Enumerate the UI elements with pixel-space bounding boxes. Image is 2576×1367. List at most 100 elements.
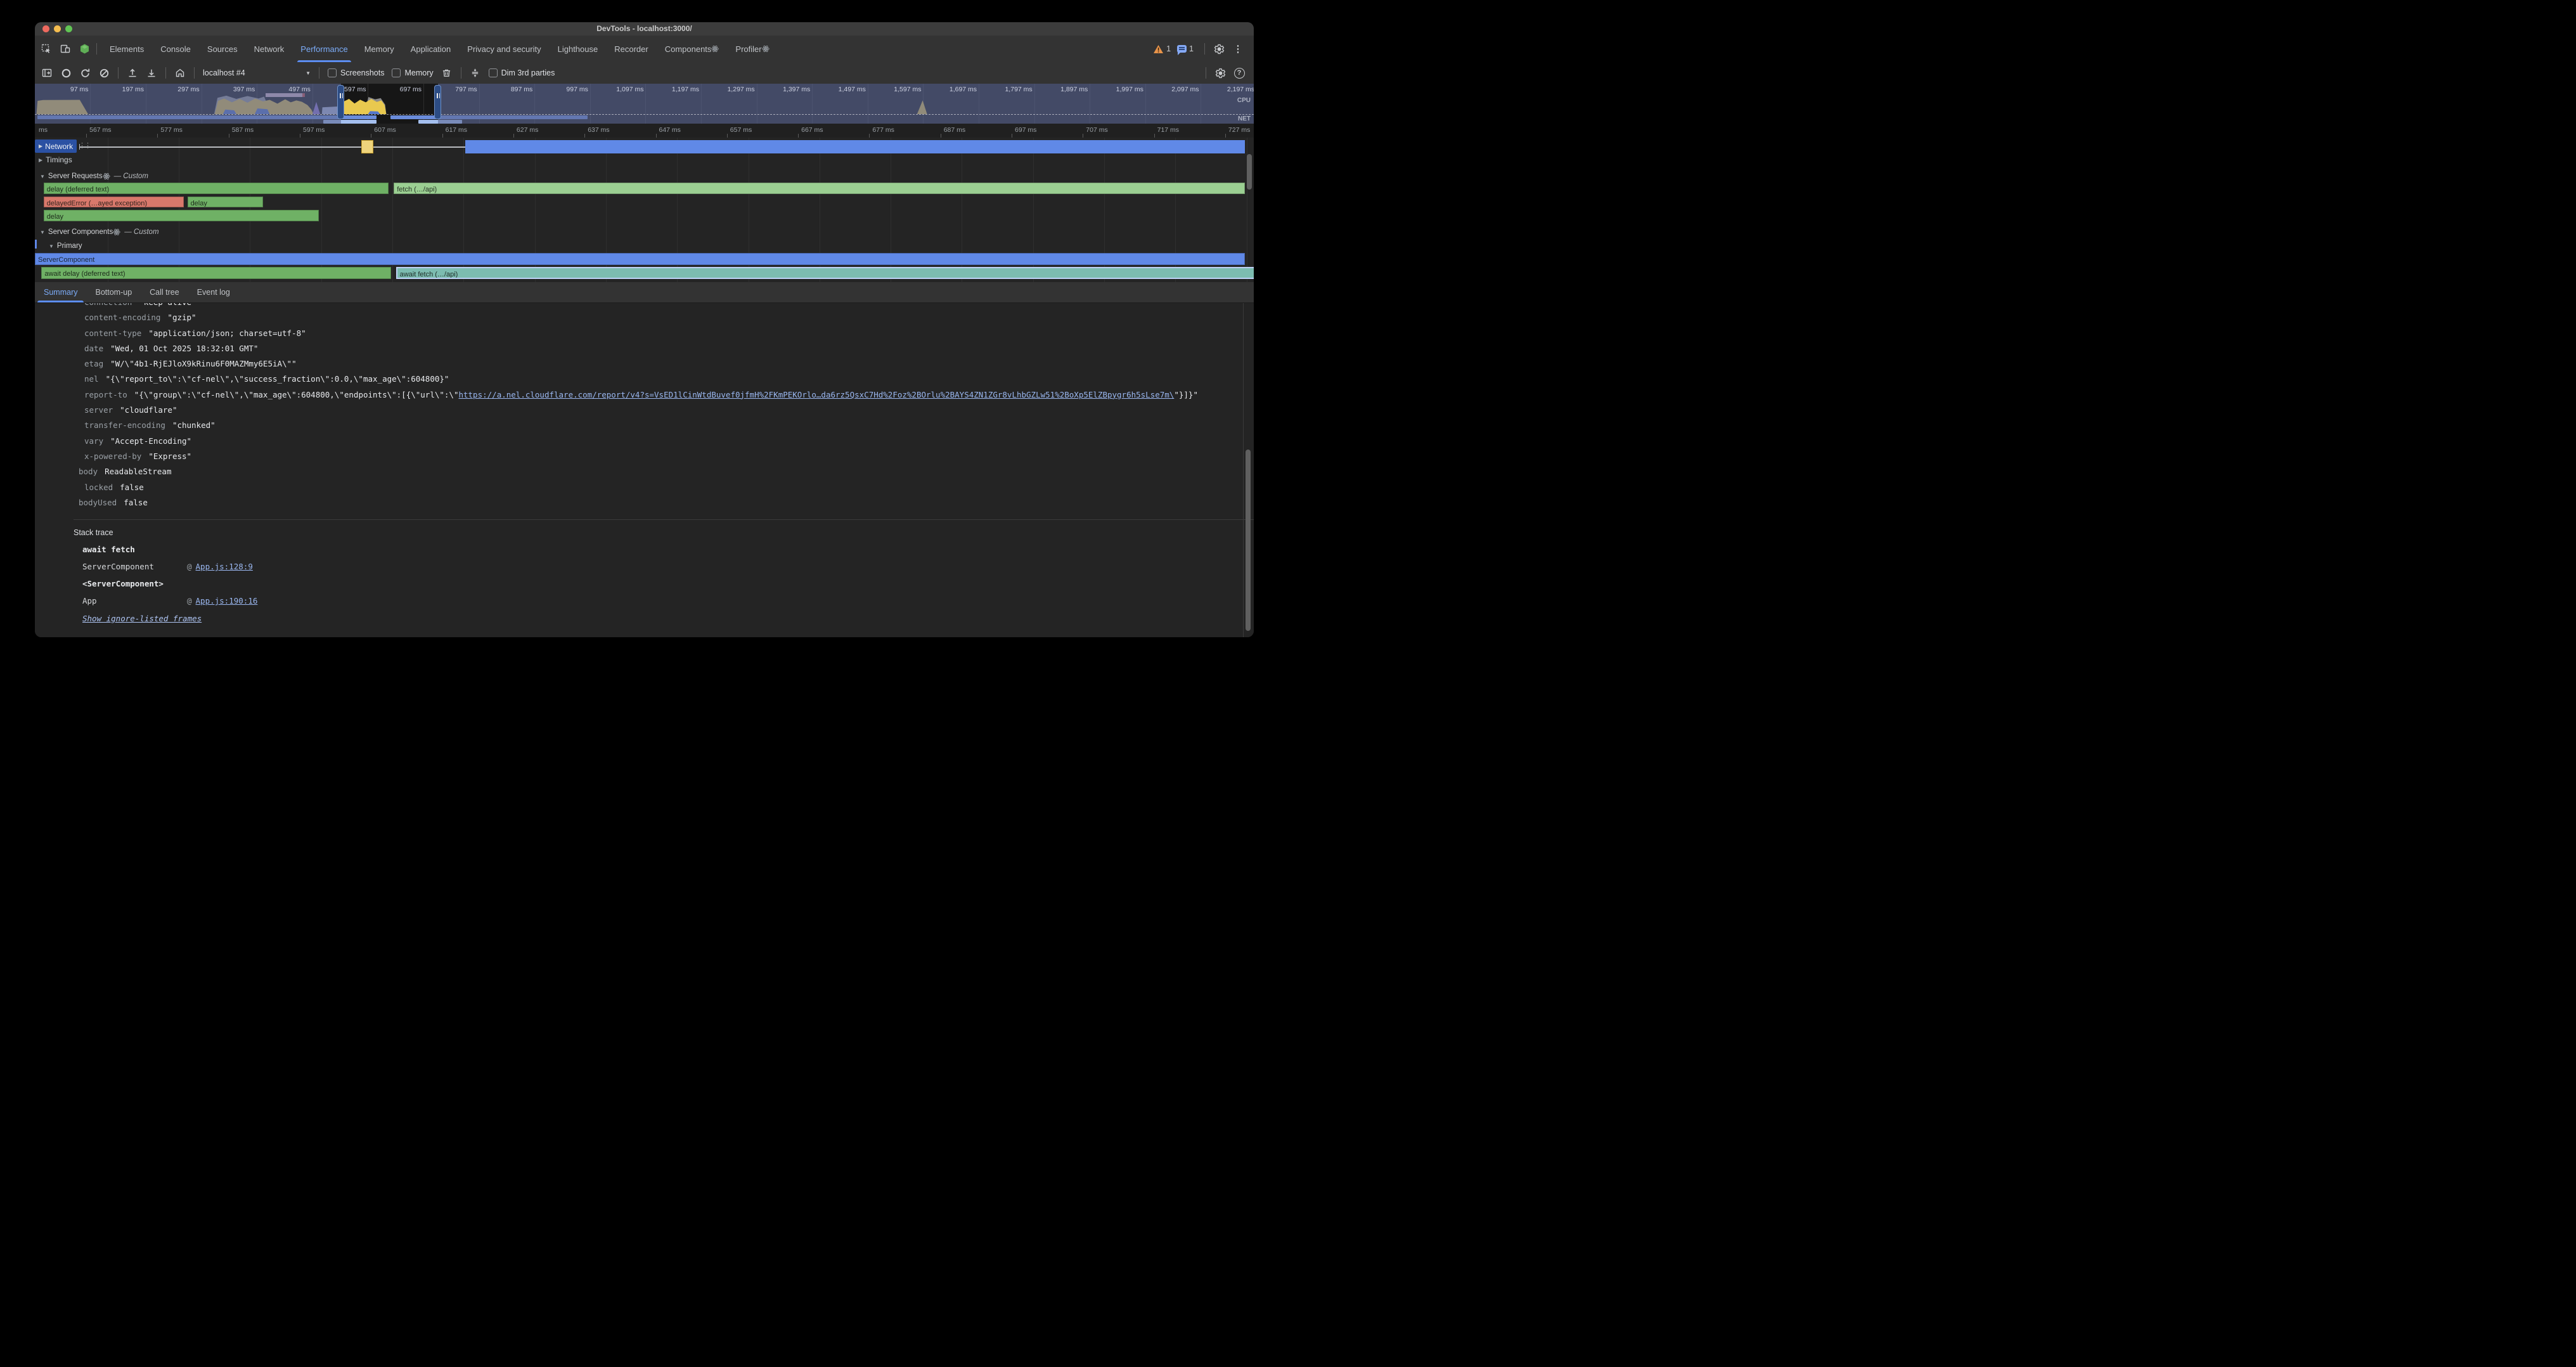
kebab-menu-button[interactable]: ⋮ — [1230, 41, 1246, 57]
clear-recording-button[interactable] — [96, 65, 112, 81]
timeline-overview[interactable]: 97 ms197 ms297 ms397 ms497 ms597 ms697 m… — [35, 84, 1254, 124]
save-profile-button[interactable] — [143, 65, 160, 81]
network-request-marker[interactable] — [361, 140, 373, 153]
flame-event-bar[interactable]: delay — [188, 197, 263, 208]
details-scrollbar-thumb[interactable] — [1246, 450, 1251, 631]
tab-application[interactable]: Application — [402, 36, 460, 62]
device-toolbar-icon[interactable] — [58, 41, 73, 56]
checkbox-box — [392, 68, 401, 77]
ruler-tick-label: 617 ms — [446, 126, 467, 134]
network-request-bar[interactable] — [465, 140, 1246, 153]
property-row-etag: etag"W/\"4b1-RjEJloX9kRinu6F0MAZMmy6E5iA… — [79, 356, 1254, 372]
tab-bottom-up[interactable]: Bottom-up — [86, 282, 141, 302]
tab-performance[interactable]: Performance — [292, 36, 356, 62]
property-value: "Accept-Encoding" — [110, 436, 191, 446]
network-request-whisker — [79, 146, 465, 148]
dim-3rd-parties-checkbox[interactable]: Dim 3rd parties — [489, 68, 555, 77]
chevron-down-icon: ▼ — [306, 70, 311, 76]
primary-group-accent — [35, 240, 37, 249]
flame-event-label: delay (deferred text) — [44, 186, 109, 193]
details-scrollbar-track — [1243, 303, 1244, 637]
flame-event-bar[interactable]: delay (deferred text) — [44, 183, 389, 194]
tab-label: Summary — [44, 288, 77, 297]
source-location-link[interactable]: App.js:190:16 — [196, 596, 258, 606]
tab-summary[interactable]: Summary — [35, 282, 86, 302]
load-profile-button[interactable] — [124, 65, 141, 81]
tab-network[interactable]: Network — [246, 36, 293, 62]
tab-lighthouse[interactable]: Lighthouse — [550, 36, 607, 62]
network-track-grip[interactable]: ⋮⋮ — [79, 141, 90, 150]
flame-chart[interactable]: ▶Network⋮⋮ ▶Timings ▼Server Requests— Cust… — [35, 138, 1254, 282]
screenshots-checkbox[interactable]: Screenshots — [328, 68, 384, 77]
tab-call-tree[interactable]: Call tree — [141, 282, 188, 302]
tab-memory[interactable]: Memory — [356, 36, 402, 62]
show-ignore-listed-frames-link[interactable]: Show ignore-listed frames — [82, 614, 202, 623]
separator — [165, 67, 166, 79]
subgroup-header-primary[interactable]: ▼Primary — [44, 242, 82, 250]
tab-privacy-and-security[interactable]: Privacy and security — [459, 36, 549, 62]
overview-tick-label: 197 ms — [93, 86, 144, 93]
source-location-link[interactable]: App.js:128:9 — [196, 562, 253, 571]
left-window-handle[interactable] — [337, 85, 344, 119]
property-key: vary — [84, 436, 103, 446]
property-row-transfer-encoding: transfer-encoding"chunked" — [79, 418, 1254, 433]
reload-and-record-button[interactable] — [77, 65, 93, 81]
overview-tick-label: 297 ms — [149, 86, 200, 93]
section-header-server-requests[interactable]: ▼Server Requests— Custom — [35, 172, 148, 180]
collect-garbage-button[interactable] — [439, 65, 455, 81]
issues-message-badge[interactable]: 1 — [1177, 44, 1194, 53]
flame-event-bar[interactable]: ServerComponent — [35, 253, 1245, 265]
flame-event-bar[interactable]: delayedError (…ayed exception) — [44, 197, 184, 208]
toggle-sidebar-button[interactable] — [39, 65, 55, 81]
right-window-handle[interactable] — [434, 85, 441, 119]
property-value: "{\"group\":\"cf-nel\",\"max_age\":60480… — [134, 390, 1198, 399]
help-button[interactable]: ? — [1231, 65, 1247, 81]
property-value: "keep-alive" — [139, 303, 196, 307]
settings-gear-button[interactable] — [1211, 41, 1227, 57]
tab-recorder[interactable]: Recorder — [606, 36, 656, 62]
property-row-content-encoding: content-encoding"gzip" — [79, 310, 1254, 325]
overview-tick-label: 1,197 ms — [648, 86, 699, 93]
flame-scrollbar-thumb[interactable] — [1247, 154, 1252, 190]
overview-tick-label: 2,197 ms — [1204, 86, 1254, 93]
react-devtools-icon[interactable] — [77, 41, 92, 56]
frame-at: @ — [187, 562, 192, 571]
flame-event-bar[interactable]: fetch (…/api) — [394, 183, 1245, 194]
tab-label: Recorder — [614, 44, 648, 54]
flame-event-bar[interactable]: await delay (deferred text) — [41, 267, 390, 279]
home-button[interactable] — [172, 65, 188, 81]
tab-label: Memory — [364, 44, 394, 54]
tab-label: Privacy and security — [467, 44, 541, 54]
ruler-edge-label: ms — [39, 126, 48, 134]
flame-event-bar[interactable]: delay — [44, 210, 319, 221]
tab-sources[interactable]: Sources — [199, 36, 246, 62]
checkbox-box — [489, 68, 498, 77]
subgroup-title: Primary — [57, 242, 82, 250]
section-suffix: — Custom — [124, 228, 158, 236]
record-button[interactable] — [58, 65, 74, 81]
report-url-link[interactable]: https://a.nel.cloudflare.com/report/v4?s… — [458, 390, 1174, 399]
property-value: "W/\"4b1-RjEJloX9kRinu6F0MAZMmy6E5iA\"" — [110, 359, 297, 368]
tab-event-log[interactable]: Event log — [188, 282, 239, 302]
history-select[interactable]: localhost #4 ▼ — [199, 68, 314, 77]
section-header-server-components[interactable]: ▼Server Components— Custom — [35, 228, 159, 236]
tab-console[interactable]: Console — [152, 36, 199, 62]
memory-label: Memory — [404, 68, 433, 77]
flame-event-label: ServerComponent — [35, 256, 94, 264]
inspect-element-icon[interactable] — [39, 41, 54, 56]
ruler-tick-label: 697 ms — [1015, 126, 1036, 134]
collapse-triangle-icon: ▼ — [40, 230, 45, 235]
tab-label: Lighthouse — [558, 44, 598, 54]
memory-checkbox[interactable]: Memory — [392, 68, 433, 77]
track-label-network[interactable]: ▶Network — [35, 139, 77, 153]
tab-label: Network — [254, 44, 285, 54]
tab-elements[interactable]: Elements — [101, 36, 152, 62]
compress-view-button[interactable] — [467, 65, 484, 81]
property-key: connection — [84, 303, 132, 307]
issues-warning-badge[interactable]: 1 — [1153, 44, 1171, 54]
flame-event-bar[interactable]: await fetch (…/api) — [396, 267, 1254, 279]
tab-components[interactable]: Components — [657, 36, 728, 62]
tab-profiler[interactable]: Profiler — [727, 36, 777, 62]
track-label-timings[interactable]: ▶Timings — [39, 155, 72, 164]
capture-settings-gear-button[interactable] — [1212, 65, 1228, 81]
